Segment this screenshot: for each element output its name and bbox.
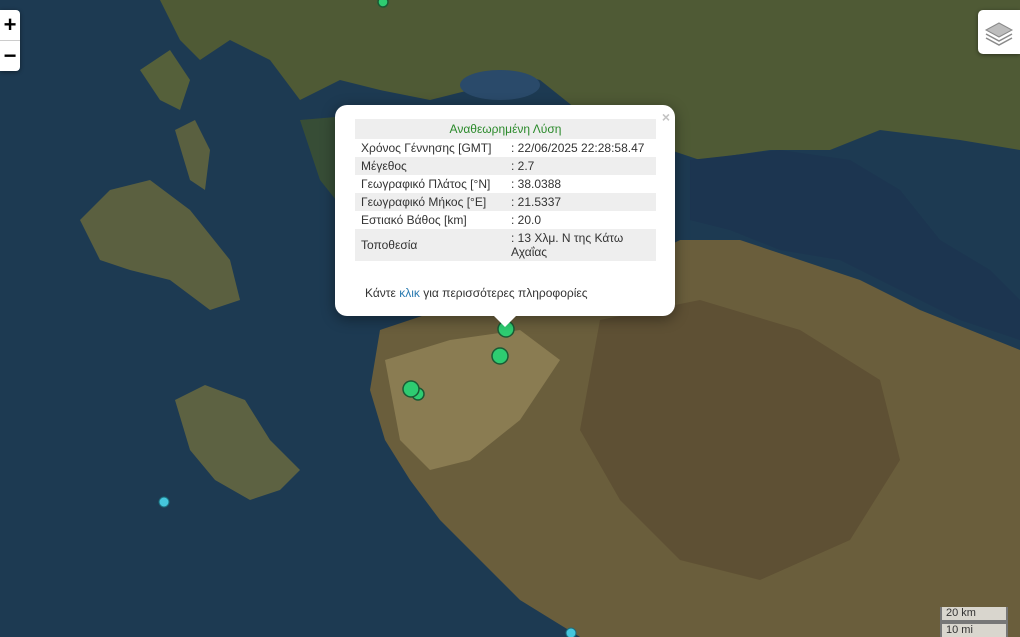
footer-text-end: για περισσότερες πληροφορίες: [419, 286, 588, 300]
earthquake-marker[interactable]: [491, 347, 509, 365]
scale-imperial: 10 mi: [940, 622, 1008, 637]
zoom-in-button[interactable]: +: [0, 10, 20, 40]
row-label: Γεωγραφικό Πλάτος [°N]: [361, 177, 491, 191]
earthquake-marker[interactable]: [402, 380, 420, 398]
row-label: Χρόνος Γέννησης [GMT]: [361, 141, 492, 155]
row-value: : 22/06/2025 22:28:58.47: [511, 141, 645, 155]
earthquake-marker[interactable]: [377, 0, 389, 8]
scale-bar: 20 km 10 mi: [940, 607, 1008, 637]
row-label: Εστιακό Βάθος [km]: [361, 213, 467, 227]
popup-footer: Κάντε κλικ για περισσότερες πληροφορίες: [365, 286, 588, 300]
layers-icon: [984, 22, 1014, 46]
row-value: : 2.7: [511, 159, 535, 173]
row-value: : 38.0388: [511, 177, 562, 191]
row-value: : 13 Χλμ. Ν της Κάτω Αχαΐας: [511, 231, 624, 259]
earthquake-marker-older[interactable]: [565, 627, 577, 637]
row-value: : 21.5337: [511, 195, 562, 209]
row-label: Γεωγραφικό Μήκος [°E]: [361, 195, 487, 209]
layers-button[interactable]: [978, 10, 1020, 54]
zoom-out-button[interactable]: −: [0, 40, 20, 71]
popup-heading: Αναθεωρημένη Λύση: [355, 119, 656, 139]
earthquake-popup: × Αναθεωρημένη Λύση Χρόνος Γέννησης [GMT…: [335, 105, 675, 316]
earthquake-marker-older[interactable]: [158, 496, 170, 508]
row-label: Μέγεθος: [361, 159, 407, 173]
row-value: : 20.0: [511, 213, 542, 227]
zoom-control: + −: [0, 10, 20, 71]
close-icon[interactable]: ×: [662, 109, 670, 125]
event-details-table: Αναθεωρημένη Λύση Χρόνος Γέννησης [GMT] …: [355, 119, 656, 261]
row-label: Τοποθεσία: [361, 238, 418, 252]
lake: [460, 70, 540, 100]
footer-text: Κάντε: [365, 286, 400, 300]
more-info-link[interactable]: κλικ: [399, 286, 420, 300]
scale-metric: 20 km: [940, 607, 1008, 622]
popup-tip: [493, 315, 517, 327]
